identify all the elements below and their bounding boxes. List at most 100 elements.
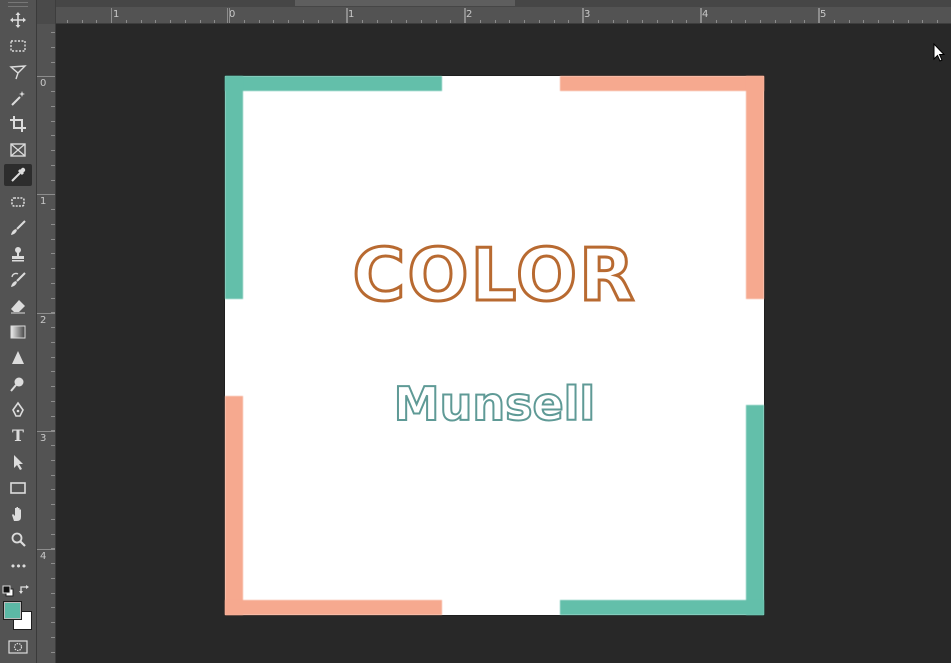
ruler-tick xyxy=(51,386,55,387)
magic-wand-tool[interactable] xyxy=(4,87,32,109)
tools-panel: T ••• xyxy=(0,0,37,663)
lasso-icon xyxy=(9,65,27,80)
ruler-tick xyxy=(893,20,894,23)
ruler-tick xyxy=(642,20,643,23)
ruler-origin[interactable] xyxy=(37,0,56,24)
pen-tool[interactable] xyxy=(4,399,32,421)
ruler-tick xyxy=(51,652,55,653)
ruler-tick xyxy=(200,20,201,23)
gradient-tool[interactable] xyxy=(4,321,32,343)
move-icon xyxy=(10,12,26,28)
ruler-tick xyxy=(155,20,156,23)
frame-tool[interactable] xyxy=(4,139,32,161)
vertical-ruler[interactable]: 0 1 2 3 4 xyxy=(37,24,56,663)
ruler-label: 0 xyxy=(40,78,47,89)
brush-tool[interactable] xyxy=(4,217,32,239)
ruler-tick xyxy=(170,20,171,23)
ruler-tick xyxy=(332,20,333,23)
ruler-tick xyxy=(672,20,673,23)
frame-bar-top-left-horizontal xyxy=(225,76,442,91)
frame-bar-bottom-left-vertical xyxy=(225,396,243,615)
quick-mask-icon[interactable] xyxy=(8,640,28,654)
ruler-tick xyxy=(819,8,820,23)
ruler-tick xyxy=(465,8,466,23)
healing-icon xyxy=(11,197,25,207)
rectangular-marquee-tool[interactable] xyxy=(4,35,32,57)
ruler-tick xyxy=(318,20,319,23)
horizontal-ruler[interactable]: 1012345 xyxy=(37,0,951,24)
history-brush-tool[interactable] xyxy=(4,269,32,291)
ruler-tick-major xyxy=(37,549,55,550)
ruler-tick xyxy=(731,20,732,23)
path-selection-tool[interactable] xyxy=(4,451,32,473)
dodge-tool[interactable] xyxy=(4,373,32,395)
ruler-tick xyxy=(51,401,55,402)
edit-toolbar[interactable]: ••• xyxy=(4,555,32,577)
frame-bar-top-right-horizontal xyxy=(560,76,764,91)
foreground-color-swatch[interactable] xyxy=(3,601,22,620)
ruler-tick-major xyxy=(818,8,819,23)
arrow-icon xyxy=(14,455,23,470)
frame-icon xyxy=(10,143,26,157)
ruler-tick xyxy=(51,180,55,181)
move-tool[interactable] xyxy=(4,9,32,31)
eraser-icon xyxy=(11,300,25,314)
ruler-tick xyxy=(391,20,392,23)
ruler-tick xyxy=(760,20,761,23)
ruler-tick xyxy=(51,460,55,461)
crop-tool[interactable] xyxy=(4,113,32,135)
ruler-tick xyxy=(686,20,687,23)
ruler-tick-major xyxy=(582,8,583,23)
hand-tool[interactable] xyxy=(4,503,32,525)
rectangle-tool[interactable] xyxy=(4,477,32,499)
eyedropper-tool[interactable] xyxy=(4,164,32,186)
zoom-icon xyxy=(11,532,26,547)
swap-colors-icon[interactable] xyxy=(19,584,31,596)
ruler-tick xyxy=(214,20,215,23)
gradient-icon xyxy=(10,325,26,339)
ruler-tick xyxy=(745,20,746,23)
ruler-tick-major xyxy=(37,313,55,314)
ruler-tick xyxy=(51,357,55,358)
ruler-label: 4 xyxy=(40,551,47,562)
eraser-tool[interactable] xyxy=(4,295,32,317)
dodge-icon xyxy=(10,377,24,392)
ruler-label: 2 xyxy=(466,9,473,20)
clone-stamp-tool[interactable] xyxy=(4,243,32,265)
ruler-tick xyxy=(51,268,55,269)
ruler-tick-major xyxy=(37,194,55,195)
tab-scroll-thumb[interactable] xyxy=(295,0,515,6)
frame-bar-bottom-right-horizontal xyxy=(560,600,764,615)
zoom-tool[interactable] xyxy=(4,529,32,551)
ruler-tick xyxy=(51,327,55,328)
ruler-tick xyxy=(51,445,55,446)
ruler-label: 1 xyxy=(348,9,355,20)
ruler-tick xyxy=(775,20,776,23)
lasso-tool[interactable] xyxy=(4,61,32,83)
ruler-tick xyxy=(863,20,864,23)
ruler-tick xyxy=(377,20,378,23)
ruler-tick xyxy=(362,20,363,23)
blur-tool[interactable] xyxy=(4,347,32,369)
ruler-label: 4 xyxy=(702,9,709,20)
ruler-tick xyxy=(627,20,628,23)
ruler-tick-major xyxy=(227,8,228,23)
ruler-tick xyxy=(51,239,55,240)
ruler-tick xyxy=(598,20,599,23)
type-tool[interactable]: T xyxy=(4,425,32,447)
ruler-tick xyxy=(51,504,55,505)
document-canvas[interactable]: COLOR Munsell xyxy=(225,76,764,615)
ruler-tick xyxy=(141,20,142,23)
ruler-tick xyxy=(51,298,55,299)
ruler-tick xyxy=(51,342,55,343)
ruler-tick-major xyxy=(37,76,55,77)
panel-grip[interactable] xyxy=(8,2,28,7)
ruler-label: 1 xyxy=(40,196,47,207)
ruler-tick xyxy=(436,20,437,23)
ruler-label: 3 xyxy=(40,433,47,444)
ruler-tick xyxy=(613,20,614,23)
ruler-tick xyxy=(495,20,496,23)
spot-healing-tool[interactable] xyxy=(4,191,32,213)
default-colors-icon[interactable] xyxy=(2,585,14,597)
ruler-tick xyxy=(185,20,186,23)
